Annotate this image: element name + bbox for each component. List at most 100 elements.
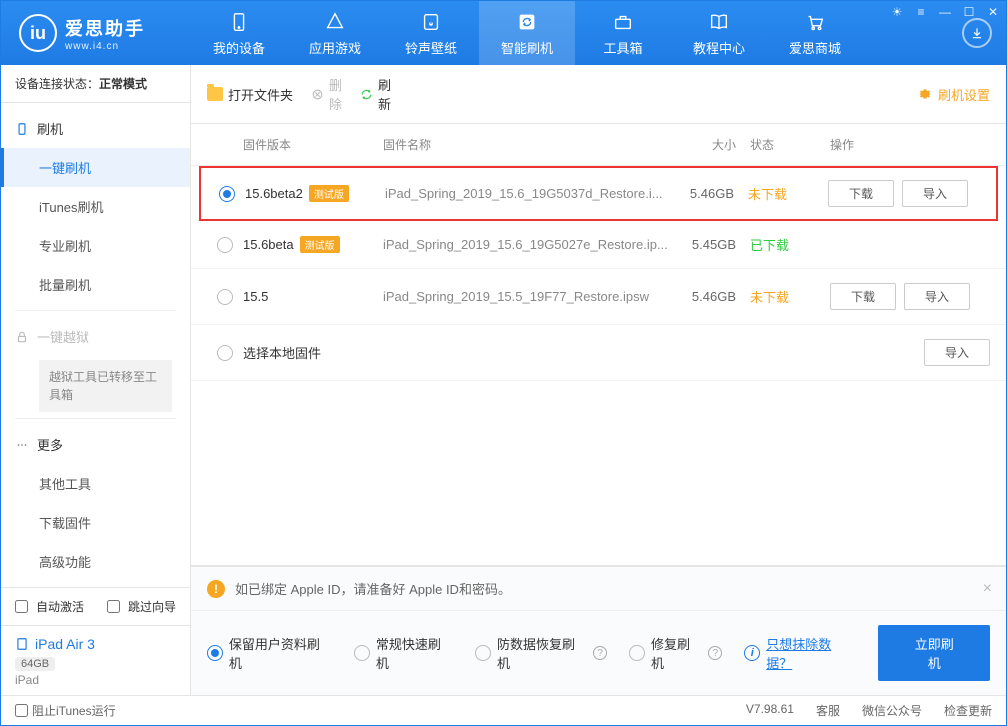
close-warning-icon[interactable]: × (983, 580, 992, 598)
import-button[interactable]: 导入 (902, 180, 968, 207)
nav-store[interactable]: 爱思商城 (767, 1, 863, 65)
firmware-row[interactable]: 15.5 iPad_Spring_2019_15.5_19F77_Restore… (191, 269, 1006, 325)
nav-flash[interactable]: 智能刷机 (479, 1, 575, 65)
logo-icon: iu (19, 14, 57, 52)
check-update-link[interactable]: 检查更新 (944, 702, 992, 719)
logo: iu 爱思助手 www.i4.cn (1, 14, 191, 52)
col-ops: 操作 (830, 136, 990, 153)
warning-icon: ! (207, 580, 225, 598)
device-name-text: iPad Air 3 (35, 636, 95, 652)
flash-settings-button[interactable]: 刷机设置 (917, 85, 990, 104)
refresh-icon (515, 10, 539, 34)
import-button[interactable]: 导入 (904, 283, 970, 310)
delete-button[interactable]: 删除 (311, 75, 342, 113)
nav-label: 教程中心 (693, 38, 745, 57)
firmware-size: 5.45GB (670, 237, 750, 252)
skin-icon[interactable]: ☀ (890, 5, 904, 19)
app-title: 爱思助手 (65, 15, 145, 41)
flash-options: 保留用户资料刷机 常规快速刷机 防数据恢复刷机? 修复刷机? i只想抹除数据？ … (191, 611, 1006, 695)
sidebar-item-download-firmware[interactable]: 下载固件 (1, 503, 190, 542)
firmware-row[interactable]: 15.6beta2测试版 iPad_Spring_2019_15.6_19G50… (199, 166, 998, 221)
nav-ringtones[interactable]: 铃声壁纸 (383, 1, 479, 65)
content: 打开文件夹 删除 刷新 刷机设置 固件版本 固件名称 大小 状态 操作 (191, 65, 1006, 695)
firmware-size: 5.46GB (668, 186, 748, 201)
device-type: iPad (15, 673, 176, 687)
table-header: 固件版本 固件名称 大小 状态 操作 (191, 124, 1006, 166)
help-icon[interactable]: ? (593, 646, 607, 660)
download-indicator[interactable] (962, 18, 992, 48)
device-storage: 64GB (15, 657, 55, 671)
col-name: 固件名称 (383, 136, 670, 153)
sidebar-item-advanced[interactable]: 高级功能 (1, 542, 190, 581)
auto-activate-checkbox[interactable] (15, 600, 28, 613)
auto-activate-row: 自动激活 跳过向导 (1, 588, 190, 625)
wechat-link[interactable]: 微信公众号 (862, 702, 922, 719)
nav-my-device[interactable]: 我的设备 (191, 1, 287, 65)
close-icon[interactable]: ✕ (986, 5, 1000, 19)
maximize-icon[interactable]: ☐ (962, 5, 976, 19)
sidebar-more-head[interactable]: 更多 (1, 425, 190, 464)
support-link[interactable]: 客服 (816, 702, 840, 719)
opt-keep-data[interactable]: 保留用户资料刷机 (207, 634, 332, 672)
nav-label: 智能刷机 (501, 38, 553, 57)
window-controls: ☀ ≡ — ☐ ✕ (890, 5, 1000, 19)
refresh-button[interactable]: 刷新 (360, 75, 391, 113)
nav-toolbox[interactable]: 工具箱 (575, 1, 671, 65)
radio-selected[interactable] (219, 186, 235, 202)
folder-icon (207, 87, 223, 101)
block-itunes-checkbox[interactable]: 阻止iTunes运行 (15, 702, 116, 719)
firmware-status: 已下载 (750, 235, 830, 254)
download-button[interactable]: 下载 (828, 180, 894, 207)
col-size: 大小 (670, 136, 750, 153)
sidebar-item-itunes-flash[interactable]: iTunes刷机 (1, 187, 190, 226)
open-folder-button[interactable]: 打开文件夹 (207, 85, 293, 104)
import-button[interactable]: 导入 (924, 339, 990, 366)
beta-tag: 测试版 (300, 236, 340, 253)
sidebar: 设备连接状态：正常模式 刷机 一键刷机 iTunes刷机 专业刷机 批量刷机 一… (1, 65, 191, 695)
nav-label: 工具箱 (603, 38, 642, 57)
opt-normal-flash[interactable]: 常规快速刷机 (354, 634, 453, 672)
radio-unselected[interactable] (217, 345, 233, 361)
minimize-icon[interactable]: — (938, 5, 952, 19)
nav-apps[interactable]: 应用游戏 (287, 1, 383, 65)
col-status: 状态 (750, 136, 830, 153)
footer: 阻止iTunes运行 V7.98.61 客服 微信公众号 检查更新 (1, 695, 1006, 725)
beta-tag: 测试版 (309, 185, 349, 202)
firmware-row[interactable]: 15.6beta测试版 iPad_Spring_2019_15.6_19G502… (191, 221, 1006, 269)
local-firmware-row[interactable]: 选择本地固件 导入 (191, 325, 1006, 381)
radio-unselected[interactable] (217, 289, 233, 305)
firmware-status: 未下载 (750, 287, 830, 306)
sidebar-item-oneclick-flash[interactable]: 一键刷机 (1, 148, 190, 187)
download-button[interactable]: 下载 (830, 283, 896, 310)
nav-tutorials[interactable]: 教程中心 (671, 1, 767, 65)
local-firmware-label: 选择本地固件 (243, 343, 830, 362)
music-icon (419, 10, 443, 34)
book-icon (707, 10, 731, 34)
erase-data-link[interactable]: i只想抹除数据？ (744, 634, 856, 672)
sidebar-item-other-tools[interactable]: 其他工具 (1, 464, 190, 503)
radio-unselected[interactable] (217, 237, 233, 253)
firmware-name: iPad_Spring_2019_15.6_19G5027e_Restore.i… (383, 237, 670, 252)
cart-icon (803, 10, 827, 34)
opt-repair-flash[interactable]: 修复刷机? (629, 634, 722, 672)
help-icon[interactable]: ? (708, 646, 722, 660)
top-nav: 我的设备 应用游戏 铃声壁纸 智能刷机 工具箱 教程中心 爱思商城 (191, 1, 962, 65)
sidebar-flash-head[interactable]: 刷机 (1, 109, 190, 148)
toolbar: 打开文件夹 删除 刷新 刷机设置 (191, 65, 1006, 124)
sidebar-item-pro-flash[interactable]: 专业刷机 (1, 226, 190, 265)
connection-status: 设备连接状态：正常模式 (1, 65, 190, 103)
warning-banner: ! 如已绑定 Apple ID，请准备好 Apple ID和密码。 × (191, 567, 1006, 611)
jailbreak-note: 越狱工具已转移至工具箱 (39, 360, 172, 412)
opt-anti-recovery[interactable]: 防数据恢复刷机? (475, 634, 607, 672)
nav-label: 应用游戏 (309, 38, 361, 57)
sidebar-item-batch-flash[interactable]: 批量刷机 (1, 265, 190, 304)
col-version: 固件版本 (243, 136, 383, 153)
menu-icon[interactable]: ≡ (914, 5, 928, 19)
gear-icon (917, 86, 933, 102)
skip-guide-checkbox[interactable] (107, 600, 120, 613)
firmware-size: 5.46GB (670, 289, 750, 304)
nav-label: 铃声壁纸 (405, 38, 457, 57)
flash-now-button[interactable]: 立即刷机 (878, 625, 990, 681)
apps-icon (323, 10, 347, 34)
device-info[interactable]: iPad Air 3 64GB iPad (1, 625, 190, 697)
